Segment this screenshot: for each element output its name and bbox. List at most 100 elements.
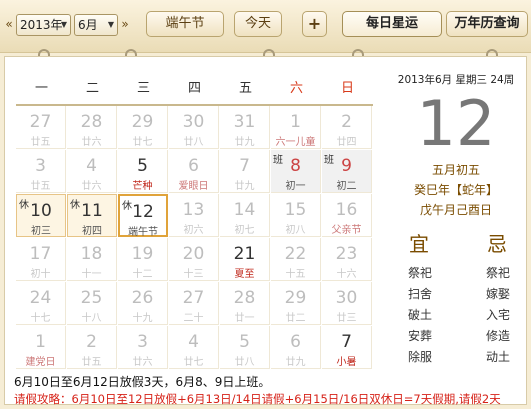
day-number: 2 — [86, 332, 97, 352]
selected-date-line: 2013年6月 星期三 24周 — [397, 74, 515, 86]
tab-daily-horoscope[interactable]: 每日星运 — [342, 11, 442, 37]
calendar-day[interactable]: 27 二十 — [169, 282, 219, 325]
calendar-day[interactable]: 5 廿八 — [220, 326, 270, 369]
calendar-day[interactable]: 班 9 初二 — [322, 150, 372, 193]
calendar-day[interactable]: 29 廿二 — [271, 282, 321, 325]
day-number: 23 — [335, 244, 358, 264]
calendar-day[interactable]: 29 廿七 — [118, 106, 168, 149]
weekday-wed: 三 — [136, 81, 150, 96]
tab-almanac-query[interactable]: 万年历查询 — [446, 11, 528, 37]
day-lunar-label: 廿九 — [234, 137, 255, 148]
day-number: 3 — [35, 156, 46, 176]
calendar-day[interactable]: 6 爱眼日 — [169, 150, 219, 193]
calendar-day[interactable]: 31 廿九 — [220, 106, 270, 149]
day-lunar-label: 初七 — [234, 225, 255, 236]
next-year-arrow[interactable]: » — [120, 14, 130, 34]
day-number: 5 — [239, 332, 250, 352]
day-lunar-label: 初一 — [285, 181, 306, 192]
calendar-day[interactable]: 休 11 初四 — [67, 194, 117, 237]
calendar-day[interactable]: 18 十一 — [67, 238, 117, 281]
calendar-day[interactable]: 17 初十 — [16, 238, 66, 281]
calendar-day[interactable]: 20 十三 — [169, 238, 219, 281]
year-select[interactable]: 2013年 ▼ — [16, 14, 71, 36]
prev-year-arrow[interactable]: « — [4, 14, 14, 34]
calendar-day[interactable]: 1 六一儿童 — [271, 106, 321, 149]
calendar-day[interactable]: 22 十五 — [271, 238, 321, 281]
calendar-day[interactable]: 1 建党日 — [16, 326, 66, 369]
day-number: 16 — [335, 200, 358, 220]
ji-item: 修造 — [485, 329, 510, 343]
month-select[interactable]: 6月 ▼ — [74, 14, 118, 36]
day-lunar-label: 廿七 — [132, 137, 153, 148]
add-button[interactable]: + — [302, 11, 327, 37]
festival-button[interactable]: 端午节 — [146, 11, 224, 37]
month-select-value: 6月 — [78, 18, 98, 32]
yi-item: 除服 — [407, 350, 432, 364]
calendar-day[interactable]: 7 廿九 — [220, 150, 270, 193]
day-number: 4 — [188, 332, 199, 352]
calendar-day[interactable]: 2 廿五 — [67, 326, 117, 369]
calendar-day[interactable]: 4 廿七 — [169, 326, 219, 369]
day-number: 28 — [80, 112, 103, 132]
day-number: 29 — [131, 112, 154, 132]
day-number: 25 — [80, 288, 103, 308]
calendar-day[interactable]: 28 廿六 — [67, 106, 117, 149]
day-number: 21 — [233, 244, 256, 264]
calendar-grid: 27 廿五 28 廿六 29 廿七 30 廿八 31 廿九 1 六一儿童 2 廿四 3 廿五 4 廿六 5 芒种 6 爱眼… — [16, 106, 373, 370]
calendar-day[interactable]: 4 廿六 — [67, 150, 117, 193]
chevron-down-icon: ▼ — [107, 20, 114, 29]
day-lunar-label: 十二 — [132, 269, 153, 280]
day-lunar-label: 二十 — [183, 313, 204, 324]
calendar-day[interactable]: 休 10 初三 — [16, 194, 66, 237]
day-lunar-label: 廿六 — [81, 181, 102, 192]
calendar-day[interactable]: 2 廿四 — [322, 106, 372, 149]
weekday-sat: 六 — [289, 81, 303, 96]
day-number: 27 — [29, 112, 52, 132]
calendar-day-selected[interactable]: 休 12 端午节 — [118, 194, 168, 238]
calendar-day[interactable]: 30 廿三 — [322, 282, 372, 325]
day-number: 1 — [290, 112, 301, 132]
calendar-day[interactable]: 7 小暑 — [322, 326, 372, 369]
calendar-day[interactable]: 28 廿一 — [220, 282, 270, 325]
calendar-day[interactable]: 14 初七 — [220, 194, 270, 237]
day-lunar-label: 芒种 — [132, 181, 153, 192]
day-number: 1 — [35, 332, 46, 352]
day-lunar-label: 十五 — [285, 269, 306, 280]
calendar-day[interactable]: 16 父亲节 — [322, 194, 372, 237]
calendar-day[interactable]: 26 十九 — [118, 282, 168, 325]
day-number: 15 — [284, 200, 307, 220]
yi-heading: 宜 — [409, 232, 429, 256]
ganzhi-month-day: 戊午月己酉日 — [419, 203, 492, 217]
day-lunar-label: 建党日 — [25, 357, 56, 368]
calendar-day[interactable]: 23 十六 — [322, 238, 372, 281]
calendar-day[interactable]: 5 芒种 — [118, 150, 168, 193]
calendar-day[interactable]: 27 廿五 — [16, 106, 66, 149]
day-lunar-label: 廿六 — [132, 357, 153, 368]
calendar-day[interactable]: 21 夏至 — [220, 238, 270, 281]
weekday-fri: 五 — [238, 81, 252, 96]
day-lunar-label: 夏至 — [234, 269, 255, 280]
day-lunar-label: 廿七 — [183, 357, 204, 368]
calendar-day[interactable]: 班 8 初一 — [271, 150, 321, 193]
day-lunar-label: 廿三 — [336, 313, 357, 324]
calendar-day[interactable]: 3 廿五 — [16, 150, 66, 193]
calendar-day[interactable]: 24 十七 — [16, 282, 66, 325]
day-lunar-label: 十八 — [81, 313, 102, 324]
calendar-day[interactable]: 15 初八 — [271, 194, 321, 237]
day-number: 6 — [290, 332, 301, 352]
day-lunar-label: 廿五 — [30, 137, 51, 148]
calendar-day[interactable]: 25 十八 — [67, 282, 117, 325]
calendar-day[interactable]: 19 十二 — [118, 238, 168, 281]
selected-day-number: 12 — [416, 87, 496, 160]
calendar-day[interactable]: 3 廿六 — [118, 326, 168, 369]
day-number: 28 — [233, 288, 256, 308]
day-number: 5 — [137, 156, 148, 176]
day-lunar-label: 廿二 — [285, 313, 306, 324]
calendar-day[interactable]: 30 廿八 — [169, 106, 219, 149]
day-lunar-label: 廿九 — [234, 181, 255, 192]
today-button[interactable]: 今天 — [234, 11, 282, 37]
chevron-down-icon: ▼ — [60, 20, 67, 29]
calendar-day[interactable]: 6 廿九 — [271, 326, 321, 369]
calendar-day[interactable]: 13 初六 — [169, 194, 219, 237]
day-lunar-label: 爱眼日 — [178, 181, 209, 192]
